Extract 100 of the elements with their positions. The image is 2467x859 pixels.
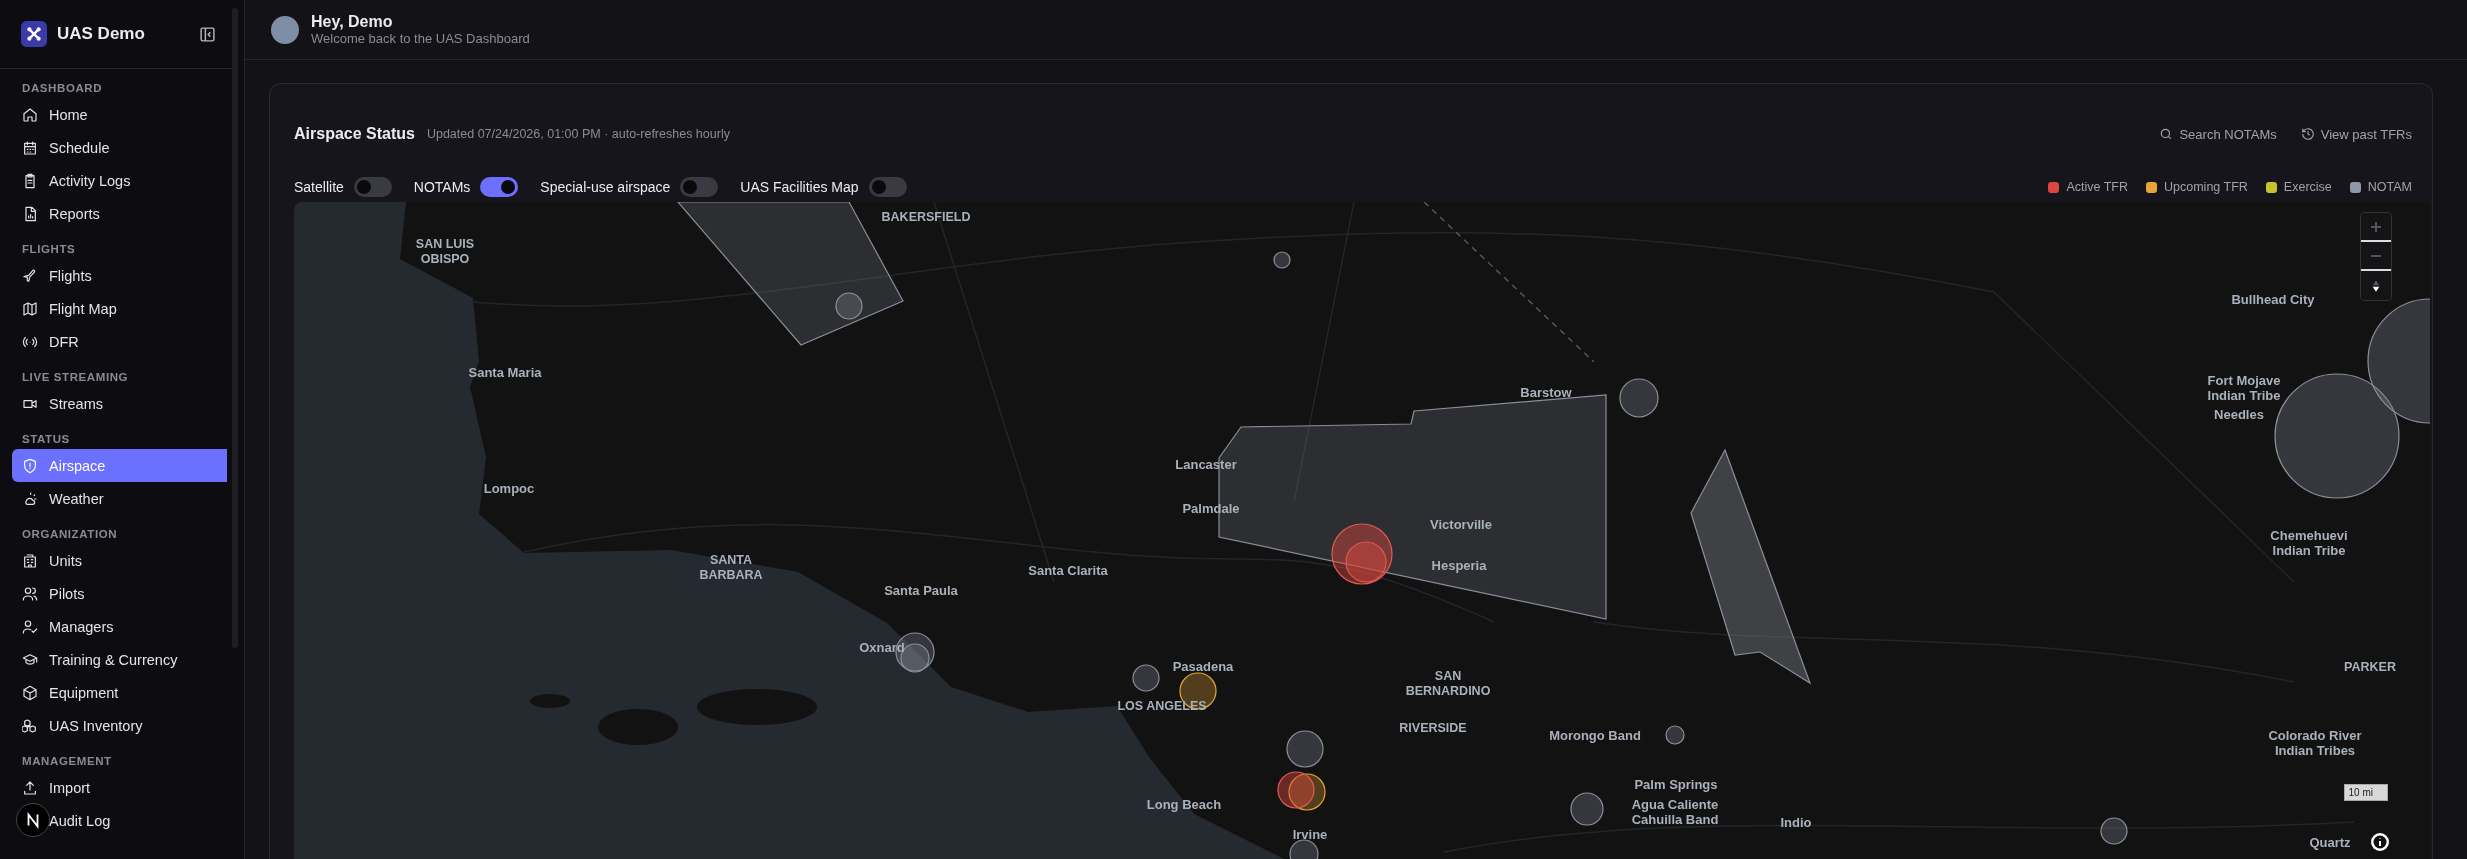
tfr-circle[interactable] bbox=[1619, 378, 1659, 418]
place-label: Palm Springs bbox=[1634, 777, 1718, 792]
legend-label: Exercise bbox=[2283, 180, 2332, 194]
plus-icon bbox=[2370, 220, 2382, 233]
layer-toggle[interactable] bbox=[480, 177, 519, 197]
layer-toggle[interactable] bbox=[353, 177, 392, 197]
place-label: Quartz bbox=[2309, 835, 2351, 850]
boxes-icon bbox=[22, 717, 38, 734]
user-check-icon bbox=[22, 618, 38, 635]
legend-label: Active TFR bbox=[2066, 180, 2128, 194]
section-heading: STATUS bbox=[21, 432, 71, 447]
scrollbar[interactable] bbox=[232, 8, 238, 648]
tfr-circle[interactable] bbox=[1273, 251, 1291, 269]
logo-icon bbox=[21, 21, 47, 47]
brand-name: UAS Demo bbox=[57, 24, 146, 44]
place-label: PARKER bbox=[2344, 660, 2396, 674]
graduation-cap-icon bbox=[22, 651, 38, 668]
nav-item[interactable]: Schedule bbox=[12, 131, 227, 164]
layer-toggle[interactable] bbox=[868, 177, 907, 197]
compass-icon bbox=[2371, 278, 2381, 293]
place-label: SAN LUIS OBISPO bbox=[415, 237, 475, 266]
place-label: Victorville bbox=[1430, 517, 1492, 532]
place-label: Fort Mojave Indian Tribe bbox=[2207, 373, 2281, 403]
layer-label: NOTAMs bbox=[413, 179, 471, 195]
plane-icon bbox=[22, 267, 38, 284]
tfr-circle[interactable] bbox=[1570, 792, 1604, 826]
place-label: Chemehuevi Indian Tribe bbox=[2270, 528, 2348, 558]
tfr-circle[interactable] bbox=[1277, 771, 1315, 809]
place-label: Barstow bbox=[1520, 385, 1572, 400]
map-icon bbox=[22, 300, 38, 317]
nav-item[interactable]: Weather bbox=[12, 482, 227, 515]
place-label: SAN BERNARDINO bbox=[1405, 669, 1491, 698]
tfr-circle[interactable] bbox=[1345, 541, 1387, 583]
place-label: Pasadena bbox=[1172, 659, 1234, 674]
place-label: Agua Caliente Cahuilla Band bbox=[1631, 797, 1719, 827]
framework-badge-icon[interactable] bbox=[16, 803, 50, 837]
zoom-in-button[interactable] bbox=[2361, 213, 2391, 242]
card-title: Airspace Status bbox=[294, 125, 415, 143]
section-heading: MANAGEMENT bbox=[21, 754, 113, 769]
place-label: Colorado River Indian Tribes bbox=[2268, 728, 2362, 758]
layer-label: Satellite bbox=[294, 179, 344, 195]
place-label: BAKERSFIELD bbox=[881, 210, 971, 224]
collapse-sidebar-icon[interactable] bbox=[199, 25, 216, 43]
building-icon bbox=[22, 552, 38, 569]
place-label: Palmdale bbox=[1182, 501, 1240, 516]
upload-icon bbox=[22, 779, 38, 796]
place-label: Bullhead City bbox=[2231, 292, 2315, 307]
nav-item[interactable]: UAS Inventory bbox=[12, 709, 227, 742]
tfr-circle[interactable] bbox=[2100, 817, 2128, 845]
clipboard-icon bbox=[22, 172, 38, 189]
house-icon bbox=[22, 106, 38, 123]
section-heading: DASHBOARD bbox=[21, 81, 104, 96]
nav-item[interactable]: Training & Currency bbox=[12, 643, 227, 676]
tfr-circle[interactable] bbox=[835, 292, 863, 320]
nav-item[interactable]: Streams bbox=[12, 387, 227, 420]
greeting: Hey, Demo bbox=[311, 13, 394, 31]
search-icon bbox=[2159, 127, 2174, 141]
nav-item[interactable]: Reports bbox=[12, 197, 227, 230]
place-label: Santa Paula bbox=[884, 583, 958, 598]
cloud-sun-icon bbox=[22, 490, 38, 507]
nav-item[interactable]: Import bbox=[12, 771, 227, 804]
tfr-circle[interactable] bbox=[1286, 730, 1324, 768]
place-label: Irvine bbox=[1292, 827, 1328, 842]
layer-toggle[interactable] bbox=[680, 177, 719, 197]
place-label: Long Beach bbox=[1146, 797, 1222, 812]
action-link[interactable]: Search NOTAMs bbox=[2159, 126, 2277, 142]
tfr-circle[interactable] bbox=[1665, 725, 1685, 745]
box-icon bbox=[22, 684, 38, 701]
legend-label: Upcoming TFR bbox=[2164, 180, 2248, 194]
nav-item[interactable]: Flights bbox=[12, 259, 227, 292]
layer-label: Special-use airspace bbox=[540, 179, 671, 195]
tfr-circle[interactable] bbox=[1132, 664, 1160, 692]
place-label: Needles bbox=[2214, 407, 2264, 422]
welcome-text: Welcome back to the UAS Dashboard bbox=[311, 31, 530, 46]
layer-label: UAS Facilities Map bbox=[740, 179, 859, 195]
place-label: Hesperia bbox=[1431, 558, 1487, 573]
nav-item[interactable]: Managers bbox=[12, 610, 227, 643]
info-icon[interactable] bbox=[2370, 832, 2390, 852]
users-icon bbox=[22, 585, 38, 602]
place-label: Santa Maria bbox=[468, 365, 542, 380]
section-heading: FLIGHTS bbox=[21, 242, 77, 257]
nav-item[interactable]: Units bbox=[12, 544, 227, 577]
place-label: Santa Clarita bbox=[1028, 563, 1108, 578]
scale-bar: 10 mi bbox=[2343, 784, 2388, 801]
section-heading: LIVE STREAMING bbox=[21, 370, 130, 385]
nav-item[interactable]: Flight Map bbox=[12, 292, 227, 325]
nav-item[interactable]: Airspace bbox=[12, 449, 227, 482]
nav-item[interactable]: Home bbox=[12, 98, 227, 131]
nav-item[interactable]: DFR bbox=[12, 325, 227, 358]
place-label: Morongo Band bbox=[1549, 728, 1641, 743]
nav-item[interactable]: Equipment bbox=[12, 676, 227, 709]
tfr-circle[interactable] bbox=[1331, 523, 1393, 585]
action-link[interactable]: View past TFRs bbox=[2300, 126, 2412, 142]
nav-item[interactable]: Pilots bbox=[12, 577, 227, 610]
shield-icon bbox=[22, 457, 38, 474]
nav-item[interactable]: Activity Logs bbox=[12, 164, 227, 197]
airspace-zone[interactable] bbox=[1690, 448, 1812, 685]
place-label: Lancaster bbox=[1175, 457, 1237, 472]
place-label: Indio bbox=[1780, 815, 1812, 830]
file-chart-icon bbox=[22, 205, 38, 222]
